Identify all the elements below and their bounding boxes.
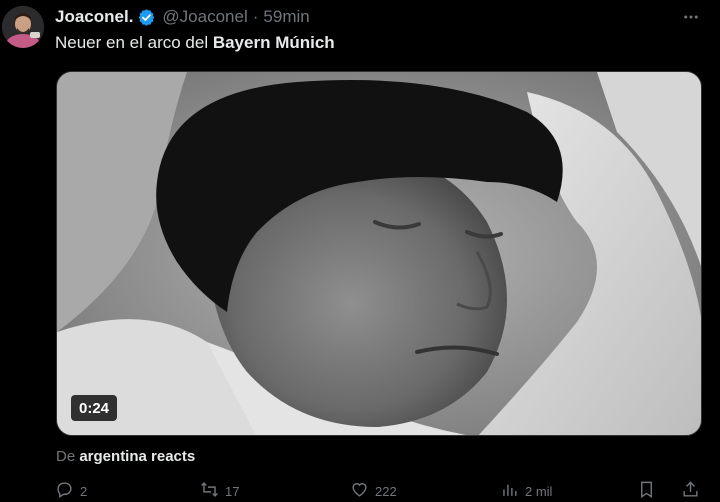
views-count: 2 mil (525, 483, 553, 499)
user-handle[interactable]: @Joaconel (162, 7, 247, 27)
video-player[interactable]: 0:24 (56, 71, 702, 436)
action-bar: 2 17 222 2 mil (55, 480, 705, 500)
share-button[interactable] (681, 480, 706, 502)
retweet-button[interactable]: 17 (200, 480, 239, 502)
tweet-text: Neuer en el arco del Bayern Múnich (55, 33, 335, 53)
video-duration-badge: 0:24 (71, 395, 118, 421)
like-button[interactable]: 222 (350, 480, 397, 502)
video-frame (57, 72, 701, 435)
avatar[interactable] (2, 6, 44, 48)
views-button[interactable]: 2 mil (500, 480, 552, 502)
tweet-text-bold: Bayern Múnich (212, 33, 335, 52)
more-horizontal-icon[interactable] (680, 6, 702, 28)
retweet-icon (200, 480, 225, 502)
heart-icon (350, 480, 375, 502)
tweet-header: Joaconel. @Joaconel · 59min (55, 6, 310, 28)
share-icon (681, 480, 706, 502)
separator-dot: · (252, 7, 259, 26)
verified-badge-icon (137, 8, 156, 27)
reply-button[interactable]: 2 (55, 480, 87, 502)
reply-count: 2 (80, 483, 88, 499)
like-count: 222 (375, 483, 397, 499)
video-source: De argentina reacts (56, 448, 195, 465)
source-account-link[interactable]: argentina reacts (79, 448, 195, 465)
views-icon (500, 480, 525, 502)
reply-icon (55, 480, 80, 502)
display-name[interactable]: Joaconel. (55, 7, 133, 27)
timestamp[interactable]: 59min (263, 7, 309, 27)
retweet-count: 17 (225, 483, 240, 499)
tweet-text-plain: Neuer en el arco del (55, 33, 213, 52)
bookmark-icon (637, 480, 662, 502)
bookmark-button[interactable] (637, 480, 662, 502)
tweet[interactable]: Joaconel. @Joaconel · 59min Neuer en el … (0, 0, 720, 499)
source-prefix: De (56, 448, 80, 465)
